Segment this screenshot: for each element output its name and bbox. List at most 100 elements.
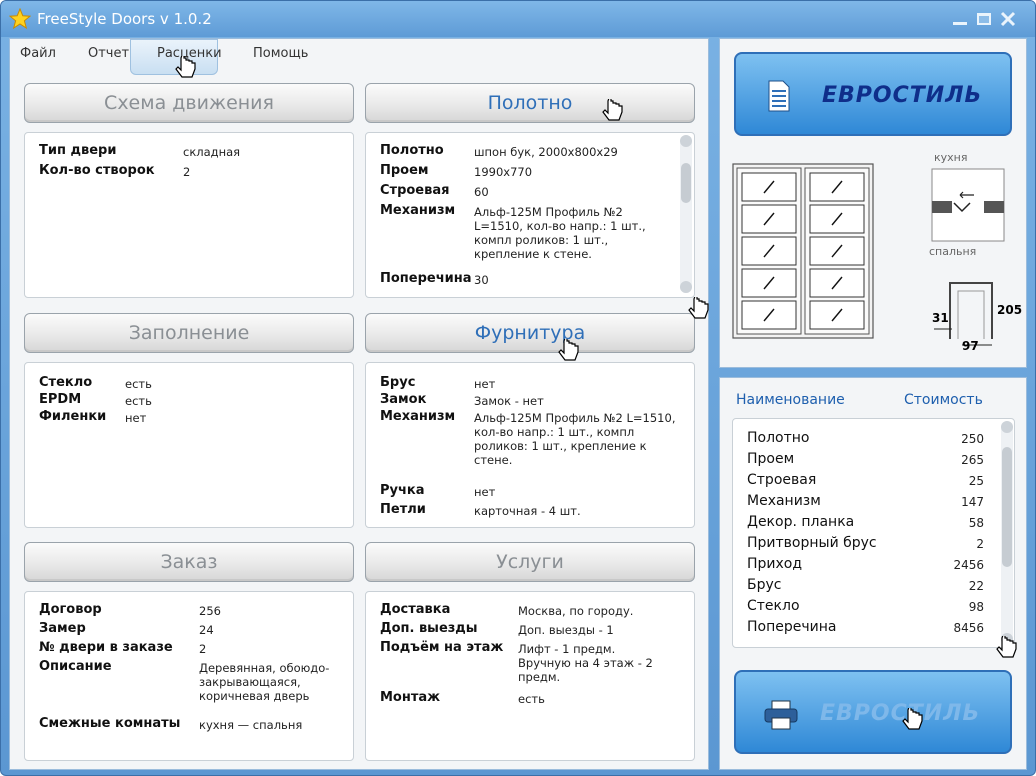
field-value: складная: [183, 145, 241, 159]
order-box: Договор 256 Замер 24 № двери в заказе 2 …: [24, 591, 354, 761]
main-panel: Файл Отчет Расценки Помощь Схема движени…: [9, 38, 709, 770]
window-title: FreeStyle Doors v 1.0.2: [37, 10, 212, 28]
maximize-icon[interactable]: [975, 11, 993, 27]
room-plan-diagram: [931, 168, 1005, 242]
field-label: Стекло: [39, 375, 93, 390]
field-value: Деревянная, обоюдо-закрывающаяся, коричн…: [199, 661, 330, 703]
document-icon: [768, 80, 790, 112]
filling-button[interactable]: Заполнение: [24, 313, 354, 353]
price-item-name: Притворный брус: [747, 535, 877, 551]
right-panel: ЕВРОСТИЛЬ кухня спальня 31 205 97 Наимен…: [719, 38, 1027, 770]
print-button[interactable]: ЕВРОСТИЛЬ: [734, 670, 1012, 754]
field-value: нет: [125, 411, 147, 425]
field-label: Кол-во створок: [39, 163, 155, 178]
price-item-name: Брус: [747, 577, 782, 593]
price-panel: Наименование Стоимость Полотно 250 Проем 2…: [719, 377, 1027, 770]
menu-help[interactable]: Помощь: [253, 46, 308, 61]
hand-cursor-icon: [688, 297, 709, 319]
field-value: есть: [125, 394, 152, 408]
brand-button[interactable]: ЕВРОСТИЛЬ: [734, 52, 1012, 136]
scroll-up-icon[interactable]: [680, 135, 692, 147]
field-label: Смежные комнаты: [39, 716, 181, 731]
field-value: 1990x770: [474, 165, 533, 179]
field-label: Брус: [380, 375, 416, 390]
field-label: Петли: [380, 502, 426, 517]
leaf-button[interactable]: Полотно: [365, 83, 695, 123]
field-value: кухня — спальня: [199, 718, 303, 732]
field-value: Доп. выезды - 1: [518, 623, 614, 637]
price-item-cost: 250: [961, 432, 984, 446]
hand-cursor-icon: [175, 56, 196, 78]
order-button[interactable]: Заказ: [24, 542, 354, 582]
price-item-name: Стекло: [747, 598, 800, 614]
room-bottom-label: спальня: [929, 245, 977, 258]
field-value: нет: [474, 485, 496, 499]
app-window: FreeStyle Doors v 1.0.2 Файл Отчет Расце…: [0, 0, 1036, 776]
printer-icon: [764, 700, 798, 730]
star-icon: [9, 8, 31, 30]
field-value: есть: [125, 377, 152, 391]
door-leaf-diagram: [732, 163, 874, 339]
title-bar[interactable]: FreeStyle Doors v 1.0.2: [1, 1, 1035, 37]
price-item-cost: 25: [968, 474, 984, 488]
menu-bar: Файл Отчет Расценки Помощь: [10, 39, 708, 75]
services-button[interactable]: Услуги: [365, 542, 695, 582]
price-item-name: Приход: [747, 556, 803, 572]
field-value: шпон бук, 2000x800x29: [474, 145, 618, 159]
price-item-name: Полотно: [747, 430, 810, 446]
field-label: Замер: [39, 621, 86, 636]
field-label: Доставка: [380, 602, 451, 617]
scroll-up-icon[interactable]: [1001, 421, 1013, 433]
close-icon[interactable]: [999, 11, 1017, 27]
minimize-icon[interactable]: [951, 11, 969, 27]
price-item-cost: 8456: [953, 621, 984, 635]
scroll-down-icon[interactable]: [680, 281, 692, 293]
field-value: Москва, по городу.: [518, 604, 634, 618]
price-list: Полотно 250 Проем 265 Строевая 25 Механизм 1…: [732, 418, 1015, 648]
filling-box: Стекло есть EPDM есть Филенки нет: [24, 362, 354, 528]
price-item-name: Строевая: [747, 472, 817, 488]
field-label: Монтаж: [380, 690, 441, 705]
price-item-name: Проем: [747, 451, 795, 467]
hand-cursor-icon: [996, 636, 1017, 658]
price-item-name: Механизм: [747, 493, 821, 509]
field-value: 60: [474, 185, 489, 199]
field-label: № двери в заказе: [39, 640, 173, 655]
price-item-name: Поперечина: [747, 619, 837, 635]
price-item-cost: 147: [961, 495, 984, 509]
price-scrollbar[interactable]: [1001, 421, 1013, 645]
field-label: Замок: [380, 392, 427, 407]
movement-scheme-button[interactable]: Схема движения: [24, 83, 354, 123]
field-label: Описание: [39, 659, 112, 674]
field-value: Лифт - 1 предм. Вручную на 4 этаж - 2 пр…: [518, 642, 653, 684]
leaf-scrollbar[interactable]: [680, 135, 692, 293]
field-label: Механизм: [380, 409, 456, 424]
price-header-name: Наименование: [736, 392, 845, 408]
field-label: Филенки: [39, 409, 107, 424]
dimension-right: 205: [997, 303, 1023, 317]
field-label: Договор: [39, 602, 102, 617]
scroll-thumb[interactable]: [681, 163, 691, 203]
field-value: 2: [183, 165, 191, 179]
services-box: Доставка Москва, по городу. Доп. выезды …: [365, 591, 695, 761]
field-label: Проем: [380, 163, 429, 178]
leaf-box: Полотно шпон бук, 2000x800x29 Проем 1990…: [365, 132, 695, 298]
price-item-cost: 2: [976, 537, 984, 551]
price-item-cost: 98: [968, 600, 984, 614]
menu-report[interactable]: Отчет: [88, 46, 129, 61]
field-label: Подъём на этаж: [380, 640, 504, 655]
price-item-name: Декор. планка: [747, 514, 855, 530]
print-button-brand: ЕВРОСТИЛЬ: [820, 701, 981, 726]
menu-file[interactable]: Файл: [20, 46, 56, 61]
field-label: Полотно: [380, 143, 444, 158]
price-header-cost: Стоимость: [904, 392, 983, 408]
room-top-label: кухня: [934, 151, 968, 164]
field-label: Поперечина: [380, 271, 472, 286]
field-value: есть: [518, 692, 545, 706]
scroll-thumb[interactable]: [1002, 447, 1012, 567]
dimension-bottom: 97: [962, 339, 979, 353]
field-value: 256: [199, 604, 221, 618]
hand-cursor-icon: [902, 708, 923, 730]
hardware-button[interactable]: Фурнитура: [365, 313, 695, 353]
field-value: 24: [199, 623, 214, 637]
